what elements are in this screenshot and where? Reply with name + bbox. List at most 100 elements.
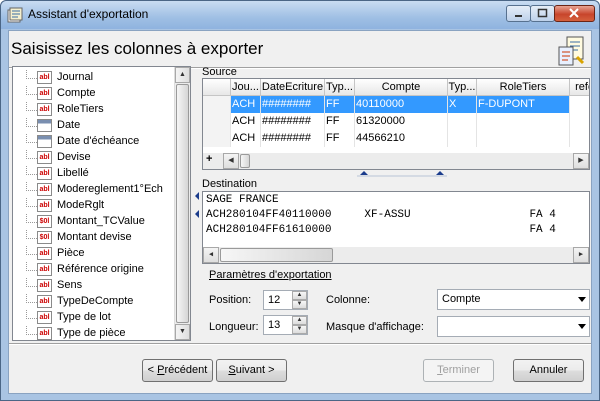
grid-cell[interactable]: 61320000 — [355, 113, 448, 130]
tree-item[interactable]: abl TypeDeCompte — [13, 294, 177, 310]
close-icon — [569, 8, 579, 18]
tree-item[interactable]: abl Pièce — [13, 246, 177, 262]
tree-connector — [26, 102, 37, 111]
masque-select[interactable] — [437, 316, 590, 337]
tree-item[interactable]: abl Compte — [13, 86, 177, 102]
tree-item[interactable]: abl Modereglement1°Ech — [13, 182, 177, 198]
grid-column-header[interactable]: DateEcriture — [261, 79, 325, 96]
title-bar[interactable]: Assistant d'exportation — [1, 1, 599, 29]
longueur-value[interactable]: 13 — [268, 319, 280, 331]
grid-row-header[interactable] — [203, 113, 231, 130]
scroll-thumb[interactable] — [176, 84, 189, 323]
grid-cell[interactable]: FF — [325, 113, 355, 130]
tree-vertical-scrollbar[interactable]: ▲ ▼ — [174, 67, 190, 340]
scroll-right-button[interactable]: ▶ — [573, 247, 589, 263]
tree-item[interactable]: $0l Montant_TCValue — [13, 214, 177, 230]
grid-horizontal-scrollbar[interactable]: ◀ ▶ — [223, 153, 589, 169]
grid-cell[interactable]: FF — [325, 96, 355, 113]
scroll-up-button[interactable]: ▲ — [175, 67, 190, 83]
scroll-left-button[interactable]: ◀ — [203, 247, 219, 263]
tree-item[interactable]: abl RoleTiers — [13, 102, 177, 118]
scroll-down-button[interactable]: ▼ — [175, 324, 190, 340]
grid-cell[interactable]: ######## — [261, 96, 325, 113]
grid-cell[interactable] — [477, 113, 570, 130]
tree-item[interactable]: abl Type de lot — [13, 310, 177, 326]
cancel-button[interactable]: Annuler — [513, 359, 584, 382]
abl-text-field-icon: abl — [37, 327, 52, 340]
grid-column-header[interactable]: refere — [570, 79, 589, 96]
scroll-left-button[interactable]: ◀ — [223, 153, 239, 169]
tree-connector — [26, 278, 37, 287]
window-title: Assistant d'exportation — [28, 7, 149, 21]
spin-down-button[interactable]: ▼ — [292, 300, 307, 309]
close-button[interactable] — [554, 5, 595, 22]
grid-cell[interactable]: ######## — [261, 130, 325, 147]
tree-item[interactable]: abl Journal — [13, 70, 177, 86]
position-value[interactable]: 12 — [268, 294, 280, 306]
colonne-select[interactable]: Compte — [437, 289, 590, 310]
scroll-thumb[interactable] — [240, 154, 250, 168]
tree-item[interactable]: Date — [13, 118, 177, 134]
position-spinner[interactable]: 12 ▲ ▼ — [263, 290, 308, 310]
destination-preview[interactable]: SAGE FRANCE ACH280104FF40110000 XF-ASSU … — [202, 191, 590, 264]
abl-text-field-icon: abl — [37, 151, 52, 164]
grid-cell[interactable] — [570, 113, 589, 130]
grid-expand-area: + — [203, 153, 223, 169]
grid-cell[interactable] — [448, 130, 477, 147]
grid-cell[interactable]: FF — [325, 130, 355, 147]
grid-column-header[interactable]: Typ... — [325, 79, 355, 96]
tree-item[interactable]: abl Référence origine — [13, 262, 177, 278]
wizard-client-area: Saisissez les colonnes à exporter abl Jou… — [8, 30, 592, 394]
grid-cell[interactable]: ACH — [231, 130, 261, 147]
grid-cell[interactable] — [477, 130, 570, 147]
finish-button[interactable]: Terminer — [423, 359, 494, 382]
grid-column-header[interactable]: Compte — [355, 79, 448, 96]
grid-column-header[interactable]: RoleTiers — [477, 79, 570, 96]
grid-row-header[interactable] — [203, 130, 231, 147]
field-tree[interactable]: abl Journal abl Compte abl RoleTiers Date Date … — [12, 66, 191, 341]
tree-item[interactable]: $0l Montant devise — [13, 230, 177, 246]
vertical-splitter[interactable] — [194, 66, 200, 341]
tree-item-label: Sens — [57, 279, 83, 291]
destination-horizontal-scrollbar[interactable]: ◀ ▶ — [203, 247, 589, 263]
tree-connector — [26, 134, 37, 143]
grid-cell[interactable]: F-DUPONT — [477, 96, 570, 113]
grid-cell[interactable]: ACH — [231, 113, 261, 130]
next-button[interactable]: Suivant > — [216, 359, 287, 382]
source-grid[interactable]: Jou... DateEcriture Typ... Compte Typ... Role… — [202, 78, 590, 170]
tree-item[interactable]: abl Libellé — [13, 166, 177, 182]
tree-item[interactable]: abl Sens — [13, 278, 177, 294]
tree-item[interactable]: Date d'échéance — [13, 134, 177, 150]
tree-connector — [26, 118, 37, 127]
spin-up-button[interactable]: ▲ — [292, 291, 307, 300]
expand-plus-icon[interactable]: + — [206, 153, 212, 165]
tree-item-label: Référence origine — [57, 263, 144, 275]
scroll-right-button[interactable]: ▶ — [573, 153, 589, 169]
grid-row-header[interactable] — [203, 96, 231, 113]
grid-cell[interactable]: 40110000 — [355, 96, 448, 113]
grid-cell[interactable] — [448, 113, 477, 130]
spin-up-button[interactable]: ▲ — [292, 316, 307, 325]
abl-text-field-icon: abl — [37, 103, 52, 116]
horizontal-splitter[interactable] — [357, 170, 447, 177]
footer-separator — [9, 343, 591, 345]
tree-item[interactable]: abl Devise — [13, 150, 177, 166]
grid-cell[interactable] — [570, 130, 589, 147]
grid-cell[interactable] — [570, 96, 589, 113]
previous-button[interactable]: < Précédent — [142, 359, 213, 382]
grid-column-header[interactable]: Jou... — [231, 79, 261, 96]
grid-cell[interactable]: 44566210 — [355, 130, 448, 147]
grid-cell[interactable]: ######## — [261, 113, 325, 130]
longueur-spinner[interactable]: 13 ▲ ▼ — [263, 315, 308, 335]
grid-cell[interactable]: ACH — [231, 96, 261, 113]
maximize-button[interactable] — [530, 5, 555, 22]
grid-column-header[interactable]: Typ... — [448, 79, 477, 96]
spin-down-button[interactable]: ▼ — [292, 325, 307, 334]
tree-item[interactable]: abl Type de pièce — [13, 326, 177, 340]
tree-connector — [26, 230, 37, 239]
minimize-button[interactable] — [506, 5, 531, 22]
grid-cell[interactable]: X — [448, 96, 477, 113]
scroll-thumb[interactable] — [220, 248, 333, 262]
app-icon — [7, 7, 23, 23]
tree-item[interactable]: abl ModeRglt — [13, 198, 177, 214]
